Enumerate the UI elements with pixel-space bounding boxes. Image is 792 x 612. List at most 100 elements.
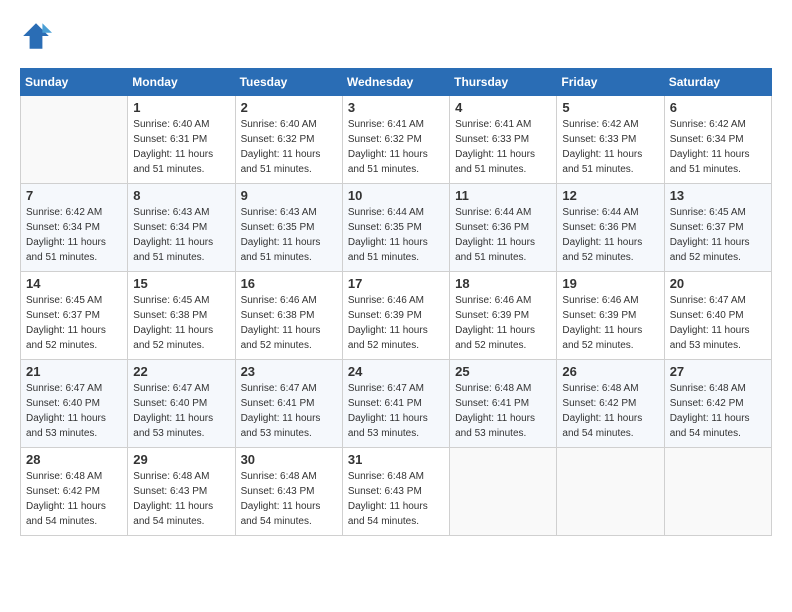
calendar-cell: 30 Sunrise: 6:48 AM Sunset: 6:43 PM Dayl… (235, 448, 342, 536)
day-number: 8 (133, 188, 229, 203)
logo (20, 20, 56, 52)
calendar-cell: 17 Sunrise: 6:46 AM Sunset: 6:39 PM Dayl… (342, 272, 449, 360)
day-number: 23 (241, 364, 337, 379)
day-info: Sunrise: 6:43 AM Sunset: 6:34 PM Dayligh… (133, 205, 229, 265)
calendar-cell: 5 Sunrise: 6:42 AM Sunset: 6:33 PM Dayli… (557, 96, 664, 184)
day-info: Sunrise: 6:48 AM Sunset: 6:43 PM Dayligh… (348, 469, 444, 529)
day-number: 11 (455, 188, 551, 203)
day-info: Sunrise: 6:40 AM Sunset: 6:31 PM Dayligh… (133, 117, 229, 177)
day-info: Sunrise: 6:42 AM Sunset: 6:34 PM Dayligh… (670, 117, 766, 177)
day-info: Sunrise: 6:48 AM Sunset: 6:41 PM Dayligh… (455, 381, 551, 441)
header-friday: Friday (557, 69, 664, 96)
day-number: 17 (348, 276, 444, 291)
calendar-cell: 11 Sunrise: 6:44 AM Sunset: 6:36 PM Dayl… (450, 184, 557, 272)
day-number: 26 (562, 364, 658, 379)
calendar-week-5: 28 Sunrise: 6:48 AM Sunset: 6:42 PM Dayl… (21, 448, 772, 536)
calendar-cell: 15 Sunrise: 6:45 AM Sunset: 6:38 PM Dayl… (128, 272, 235, 360)
calendar-cell: 19 Sunrise: 6:46 AM Sunset: 6:39 PM Dayl… (557, 272, 664, 360)
calendar-week-4: 21 Sunrise: 6:47 AM Sunset: 6:40 PM Dayl… (21, 360, 772, 448)
calendar-cell: 13 Sunrise: 6:45 AM Sunset: 6:37 PM Dayl… (664, 184, 771, 272)
calendar-cell: 29 Sunrise: 6:48 AM Sunset: 6:43 PM Dayl… (128, 448, 235, 536)
day-number: 25 (455, 364, 551, 379)
day-number: 27 (670, 364, 766, 379)
day-info: Sunrise: 6:48 AM Sunset: 6:43 PM Dayligh… (241, 469, 337, 529)
calendar-week-2: 7 Sunrise: 6:42 AM Sunset: 6:34 PM Dayli… (21, 184, 772, 272)
day-number: 4 (455, 100, 551, 115)
calendar-cell (557, 448, 664, 536)
day-number: 19 (562, 276, 658, 291)
day-info: Sunrise: 6:48 AM Sunset: 6:42 PM Dayligh… (670, 381, 766, 441)
day-number: 13 (670, 188, 766, 203)
day-info: Sunrise: 6:48 AM Sunset: 6:43 PM Dayligh… (133, 469, 229, 529)
calendar-cell: 4 Sunrise: 6:41 AM Sunset: 6:33 PM Dayli… (450, 96, 557, 184)
calendar-cell: 1 Sunrise: 6:40 AM Sunset: 6:31 PM Dayli… (128, 96, 235, 184)
calendar-table: SundayMondayTuesdayWednesdayThursdayFrid… (20, 68, 772, 536)
header-wednesday: Wednesday (342, 69, 449, 96)
day-number: 29 (133, 452, 229, 467)
calendar-cell: 25 Sunrise: 6:48 AM Sunset: 6:41 PM Dayl… (450, 360, 557, 448)
day-number: 5 (562, 100, 658, 115)
page-header (20, 20, 772, 52)
day-info: Sunrise: 6:46 AM Sunset: 6:39 PM Dayligh… (348, 293, 444, 353)
calendar-cell: 22 Sunrise: 6:47 AM Sunset: 6:40 PM Dayl… (128, 360, 235, 448)
day-info: Sunrise: 6:48 AM Sunset: 6:42 PM Dayligh… (26, 469, 122, 529)
day-number: 20 (670, 276, 766, 291)
day-number: 2 (241, 100, 337, 115)
day-number: 16 (241, 276, 337, 291)
calendar-header-row: SundayMondayTuesdayWednesdayThursdayFrid… (21, 69, 772, 96)
day-info: Sunrise: 6:41 AM Sunset: 6:33 PM Dayligh… (455, 117, 551, 177)
calendar-cell: 18 Sunrise: 6:46 AM Sunset: 6:39 PM Dayl… (450, 272, 557, 360)
day-number: 12 (562, 188, 658, 203)
logo-icon (20, 20, 52, 52)
calendar-cell (21, 96, 128, 184)
day-number: 28 (26, 452, 122, 467)
day-info: Sunrise: 6:44 AM Sunset: 6:36 PM Dayligh… (455, 205, 551, 265)
day-info: Sunrise: 6:44 AM Sunset: 6:36 PM Dayligh… (562, 205, 658, 265)
day-info: Sunrise: 6:45 AM Sunset: 6:37 PM Dayligh… (670, 205, 766, 265)
day-info: Sunrise: 6:47 AM Sunset: 6:41 PM Dayligh… (241, 381, 337, 441)
day-number: 6 (670, 100, 766, 115)
header-thursday: Thursday (450, 69, 557, 96)
calendar-cell: 16 Sunrise: 6:46 AM Sunset: 6:38 PM Dayl… (235, 272, 342, 360)
day-info: Sunrise: 6:46 AM Sunset: 6:38 PM Dayligh… (241, 293, 337, 353)
calendar-cell: 7 Sunrise: 6:42 AM Sunset: 6:34 PM Dayli… (21, 184, 128, 272)
day-number: 14 (26, 276, 122, 291)
day-info: Sunrise: 6:42 AM Sunset: 6:33 PM Dayligh… (562, 117, 658, 177)
day-number: 30 (241, 452, 337, 467)
day-number: 9 (241, 188, 337, 203)
calendar-cell: 20 Sunrise: 6:47 AM Sunset: 6:40 PM Dayl… (664, 272, 771, 360)
day-info: Sunrise: 6:43 AM Sunset: 6:35 PM Dayligh… (241, 205, 337, 265)
day-number: 10 (348, 188, 444, 203)
calendar-cell: 12 Sunrise: 6:44 AM Sunset: 6:36 PM Dayl… (557, 184, 664, 272)
calendar-cell (450, 448, 557, 536)
calendar-cell: 24 Sunrise: 6:47 AM Sunset: 6:41 PM Dayl… (342, 360, 449, 448)
calendar-cell: 28 Sunrise: 6:48 AM Sunset: 6:42 PM Dayl… (21, 448, 128, 536)
calendar-cell: 2 Sunrise: 6:40 AM Sunset: 6:32 PM Dayli… (235, 96, 342, 184)
calendar-cell: 8 Sunrise: 6:43 AM Sunset: 6:34 PM Dayli… (128, 184, 235, 272)
day-info: Sunrise: 6:45 AM Sunset: 6:37 PM Dayligh… (26, 293, 122, 353)
header-monday: Monday (128, 69, 235, 96)
day-info: Sunrise: 6:41 AM Sunset: 6:32 PM Dayligh… (348, 117, 444, 177)
day-number: 21 (26, 364, 122, 379)
day-number: 15 (133, 276, 229, 291)
calendar-cell: 14 Sunrise: 6:45 AM Sunset: 6:37 PM Dayl… (21, 272, 128, 360)
day-number: 3 (348, 100, 444, 115)
day-number: 18 (455, 276, 551, 291)
day-info: Sunrise: 6:45 AM Sunset: 6:38 PM Dayligh… (133, 293, 229, 353)
day-number: 31 (348, 452, 444, 467)
day-info: Sunrise: 6:46 AM Sunset: 6:39 PM Dayligh… (562, 293, 658, 353)
day-info: Sunrise: 6:48 AM Sunset: 6:42 PM Dayligh… (562, 381, 658, 441)
calendar-cell: 10 Sunrise: 6:44 AM Sunset: 6:35 PM Dayl… (342, 184, 449, 272)
day-info: Sunrise: 6:47 AM Sunset: 6:40 PM Dayligh… (670, 293, 766, 353)
calendar-week-1: 1 Sunrise: 6:40 AM Sunset: 6:31 PM Dayli… (21, 96, 772, 184)
header-tuesday: Tuesday (235, 69, 342, 96)
day-info: Sunrise: 6:47 AM Sunset: 6:41 PM Dayligh… (348, 381, 444, 441)
calendar-week-3: 14 Sunrise: 6:45 AM Sunset: 6:37 PM Dayl… (21, 272, 772, 360)
day-info: Sunrise: 6:47 AM Sunset: 6:40 PM Dayligh… (133, 381, 229, 441)
day-number: 24 (348, 364, 444, 379)
header-sunday: Sunday (21, 69, 128, 96)
day-info: Sunrise: 6:44 AM Sunset: 6:35 PM Dayligh… (348, 205, 444, 265)
calendar-cell: 31 Sunrise: 6:48 AM Sunset: 6:43 PM Dayl… (342, 448, 449, 536)
calendar-cell: 23 Sunrise: 6:47 AM Sunset: 6:41 PM Dayl… (235, 360, 342, 448)
day-info: Sunrise: 6:40 AM Sunset: 6:32 PM Dayligh… (241, 117, 337, 177)
